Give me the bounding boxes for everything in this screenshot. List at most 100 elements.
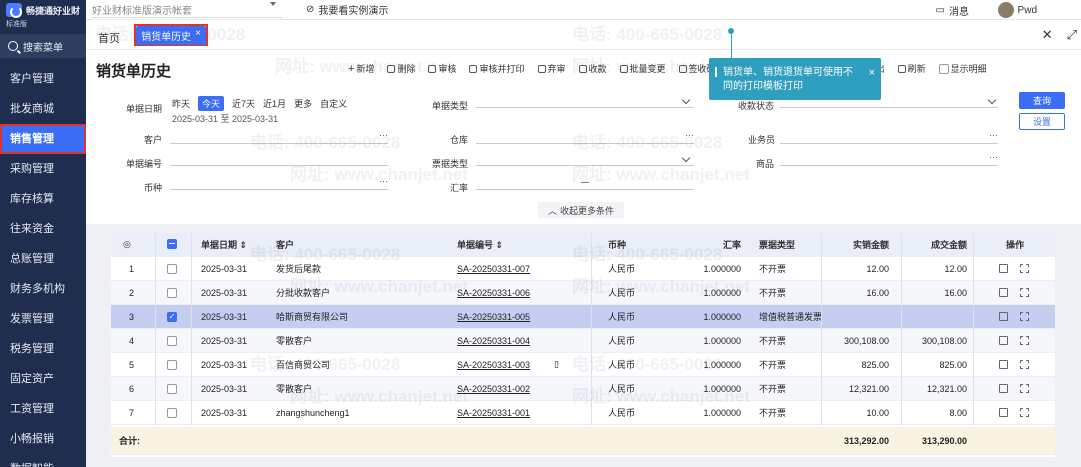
toolbar-button[interactable]: 显示明细	[938, 62, 987, 75]
qrcode-icon[interactable]	[1020, 384, 1029, 393]
toolbar-button[interactable]: 收款	[578, 62, 607, 75]
sidebar-item[interactable]: 批发商城	[0, 94, 86, 124]
fullscreen-icon[interactable]: ⤢	[1067, 27, 1077, 43]
column-divider	[821, 329, 822, 353]
doc-no-field[interactable]	[170, 152, 388, 166]
close-icon[interactable]: ×	[195, 28, 201, 43]
salesman-field[interactable]: ···	[780, 130, 998, 144]
column-divider	[191, 377, 192, 401]
edit-icon[interactable]	[999, 408, 1008, 417]
quick-date-option[interactable]: 自定义	[320, 97, 347, 110]
messages-button[interactable]: ▭ 消息	[936, 3, 969, 18]
qrcode-icon[interactable]	[1020, 360, 1029, 369]
sidebar-item[interactable]: 财务多机构	[0, 274, 86, 304]
sidebar-item[interactable]: 小畅报销	[0, 424, 86, 454]
edit-icon[interactable]	[999, 384, 1008, 393]
table-row[interactable]: 6 2025-03-31 零散客户 SA-20250331-002 人民币 1.00000…	[111, 377, 1055, 401]
quick-date-option[interactable]: 昨天	[172, 97, 190, 110]
cell-date: 2025-03-31	[201, 359, 248, 370]
row-checkbox[interactable]	[167, 287, 177, 298]
eye-icon[interactable]: ◎	[123, 239, 131, 250]
edit-icon[interactable]	[999, 336, 1008, 345]
cell-code-link[interactable]: SA-20250331-006	[457, 288, 530, 298]
attachment-icon[interactable]: ▯	[554, 359, 559, 370]
row-checkbox[interactable]	[167, 335, 177, 346]
sidebar-item[interactable]: 总账管理	[0, 244, 86, 274]
cell-code-link[interactable]: SA-20250331-002	[457, 384, 530, 394]
collapse-conditions-button[interactable]: ︿ 收起更多条件	[538, 202, 624, 218]
settings-button[interactable]: 设置	[1019, 113, 1065, 130]
doc-type-select[interactable]	[476, 94, 694, 108]
edit-icon[interactable]	[999, 312, 1008, 321]
row-checkbox[interactable]: ✓	[167, 311, 177, 322]
demo-link[interactable]: ⊘ 我要看实例演示	[306, 2, 388, 17]
customer-field[interactable]: ···	[170, 130, 388, 144]
qrcode-icon[interactable]	[1020, 312, 1029, 321]
sidebar-item[interactable]: 客户管理	[0, 64, 86, 94]
table-row[interactable]: 5 2025-03-31 百信商贸公司 SA-20250331-003 ▯ 人民币 1.00…	[111, 353, 1055, 377]
cell-code-link[interactable]: SA-20250331-003	[457, 360, 530, 370]
warehouse-field[interactable]: ···	[476, 130, 694, 144]
rate-field[interactable]: 一	[476, 176, 694, 190]
quick-date-option[interactable]: 近7天	[232, 97, 255, 110]
goods-field[interactable]: ···	[780, 152, 998, 166]
toolbar-button[interactable]: 审核并打印	[469, 62, 525, 75]
qrcode-icon[interactable]	[1020, 336, 1029, 345]
toolbar-button[interactable]: 刷新	[897, 62, 926, 75]
query-button[interactable]: 查询	[1019, 92, 1065, 109]
toolbar-button[interactable]: 批量变更	[619, 62, 666, 75]
account-selector[interactable]: 好业财标准版演示帐套	[92, 1, 282, 18]
toolbar-button[interactable]: 弃审	[537, 62, 566, 75]
header-date[interactable]: 单据日期 ⇕	[201, 238, 247, 251]
table-row[interactable]: 1 2025-03-31 发货后尾款 SA-20250331-007 人民币 1.0000…	[111, 257, 1055, 281]
quick-date-option[interactable]: 更多	[294, 97, 312, 110]
sidebar-item[interactable]: 销售管理	[0, 124, 86, 154]
toolbar-button[interactable]: + 新增	[348, 62, 374, 75]
table-row[interactable]: 3 ✓ 2025-03-31 哈斯商贸有限公司 SA-20250331-005 人民币 1.…	[111, 305, 1055, 329]
cell-code-link[interactable]: SA-20250331-004	[457, 336, 530, 346]
sidebar-item[interactable]: 税务管理	[0, 334, 86, 364]
sidebar-item[interactable]: 往来资金	[0, 214, 86, 244]
header-rate: 汇率	[722, 240, 741, 250]
table-row[interactable]: 7 2025-03-31 zhangshuncheng1 SA-20250331-00…	[111, 401, 1055, 425]
row-checkbox[interactable]	[167, 263, 177, 274]
cell-code-link[interactable]: SA-20250331-001	[457, 408, 530, 418]
sidebar-item[interactable]: 库存核算	[0, 184, 86, 214]
header-code[interactable]: 单据编号 ⇕	[457, 238, 503, 251]
close-icon[interactable]: ×	[869, 66, 875, 80]
cell-code-link[interactable]: SA-20250331-007	[457, 264, 530, 274]
edit-icon[interactable]	[999, 360, 1008, 369]
menu-search[interactable]: 搜索菜单	[0, 34, 86, 58]
cell-ticket: 不开票	[759, 288, 787, 298]
qrcode-icon[interactable]	[1020, 408, 1029, 417]
qrcode-icon[interactable]	[1020, 264, 1029, 273]
cell-code-link[interactable]: SA-20250331-005	[457, 312, 530, 322]
sidebar-item[interactable]: 数据智能	[0, 454, 86, 467]
tab-sales-history[interactable]: 销货单历史 ×	[134, 24, 208, 46]
user-menu[interactable]: Pwd	[997, 2, 1037, 18]
row-checkbox[interactable]	[167, 383, 177, 394]
qrcode-icon[interactable]	[1020, 288, 1029, 297]
edition-label: 标准版	[6, 21, 27, 28]
ticket-type-select[interactable]	[476, 152, 694, 166]
edit-icon[interactable]	[999, 264, 1008, 273]
select-all-checkbox[interactable]	[167, 238, 177, 251]
currency-field[interactable]: ···	[170, 176, 388, 190]
row-checkbox[interactable]	[167, 359, 177, 370]
delete-icon	[387, 64, 396, 73]
sidebar-item[interactable]: 固定资产	[0, 364, 86, 394]
quick-date-option[interactable]: 今天	[198, 96, 225, 111]
toolbar-button[interactable]: 删除	[387, 62, 415, 75]
toolbar-button[interactable]: 审核	[428, 62, 456, 75]
tab-home[interactable]: 首页	[98, 30, 120, 46]
table-row[interactable]: 2 2025-03-31 分批收款客户 SA-20250331-006 人民币 1.000…	[111, 281, 1055, 305]
sidebar-item[interactable]: 发票管理	[0, 304, 86, 334]
sidebar-item[interactable]: 工资管理	[0, 394, 86, 424]
cell-customer: 发货后尾款	[276, 264, 322, 274]
quick-date-option[interactable]: 近1月	[263, 97, 286, 110]
row-checkbox[interactable]	[167, 407, 177, 418]
sidebar-item[interactable]: 采购管理	[0, 154, 86, 184]
table-row[interactable]: 4 2025-03-31 零散客户 SA-20250331-004 人民币 1.00000…	[111, 329, 1055, 353]
close-icon[interactable]: ✕	[1042, 27, 1053, 43]
edit-icon[interactable]	[999, 288, 1008, 297]
